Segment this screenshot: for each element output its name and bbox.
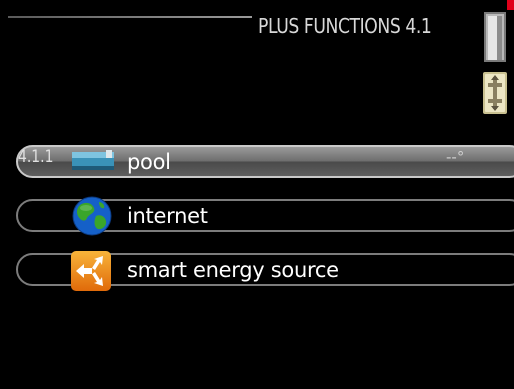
- menu-item-number: 4.1.1: [18, 147, 54, 167]
- menu-item-label: smart energy source: [127, 258, 339, 282]
- pool-icon: [72, 150, 114, 170]
- page-title: PLUS FUNCTIONS 4.1: [258, 14, 432, 38]
- globe-icon: [72, 196, 112, 236]
- menu-item-label: pool: [127, 150, 171, 174]
- smart-energy-icon: [71, 251, 111, 291]
- header-divider: [8, 16, 252, 18]
- navigation-knob-icon[interactable]: [483, 72, 507, 114]
- alarm-indicator: [507, 0, 514, 10]
- scroll-handle-icon[interactable]: [484, 12, 506, 62]
- menu-item-label: internet: [127, 204, 208, 228]
- pool-temperature-value: --°: [446, 148, 465, 166]
